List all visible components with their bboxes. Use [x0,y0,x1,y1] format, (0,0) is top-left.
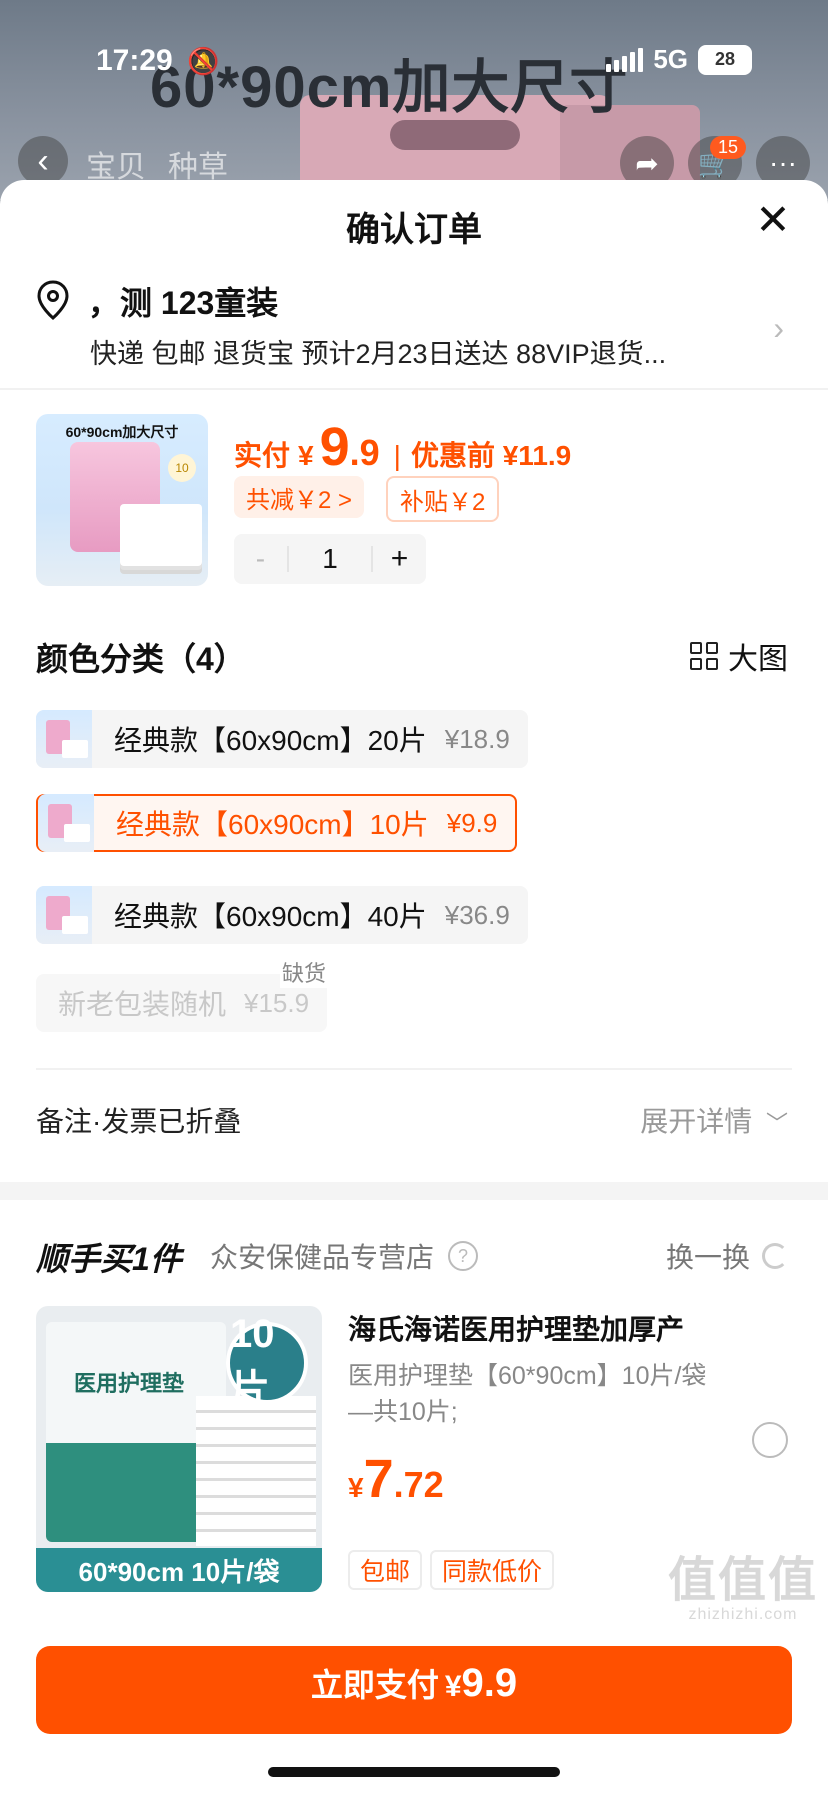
delivery-info[interactable]: 快递 包邮 退货宝 预计2月23日送达 88VIP退货... [90,332,666,371]
price-decimal: .9 [349,432,380,473]
help-icon[interactable]: ? [448,1241,479,1271]
original-price: 优惠前 ¥11.9 [410,440,572,471]
big-picture-toggle[interactable]: 大图 [690,634,788,678]
quantity-stepper: - 1 + [234,534,426,584]
variant-price: ¥15.9 [244,987,310,1018]
variant-option[interactable]: 经典款【60x90cm】40片 ¥36.9 [36,886,528,944]
big-picture-label: 大图 [728,643,788,676]
variant-name: 经典款【60x90cm】20片 [114,725,427,756]
refresh-icon [762,1243,788,1269]
variant-price: ¥18.9 [444,723,510,754]
pay-label: 立即支付 [310,1667,439,1703]
status-right: 5G 28 [606,44,752,75]
free-shipping-tag: 包邮 [348,1550,423,1590]
swap-button[interactable]: 换一换 [666,1236,788,1276]
subsidy-chip: 补贴￥2 [386,476,500,522]
addon-select-radio[interactable] [752,1422,788,1458]
addon-product-name[interactable]: 海氏海诺医用护理垫加厚产 [348,1308,684,1348]
mute-icon: 🔕 [187,46,220,76]
addon-product-spec: 医用护理垫【60*90cm】10片/袋—共10片; [348,1362,707,1426]
divider [0,388,828,390]
addon-image-strip: 60*90cm 10片/袋 [36,1548,322,1592]
variant-thumbnail [36,710,92,768]
network-label: 5G [653,44,688,74]
addon-image-badge: 10片 [226,1312,308,1412]
pay-currency: ¥ [444,1670,462,1703]
price-currency: ¥ [298,440,314,471]
discount-chip[interactable]: 共减￥2 > [234,476,365,518]
back-icon[interactable]: ‹ [18,136,68,186]
close-icon[interactable]: ✕ [748,194,798,244]
addon-store: 众安保健品专营店 ? [210,1236,479,1276]
out-of-stock-label: 缺货 [280,956,329,988]
expand-details-label: 展开详情 [640,1106,753,1137]
addon-product-image[interactable]: 医用护理垫 10片 60*90cm 10片/袋 [36,1306,322,1592]
variant-option[interactable]: 经典款【60x90cm】20片 ¥18.9 [36,710,528,768]
increase-button[interactable]: + [373,534,426,584]
watermark-domain: zhizhizhi.com [688,1606,798,1623]
addon-price: ¥ 7 .72 [348,1448,444,1510]
variant-section-title: 颜色分类（4） [36,641,246,677]
divider [36,1068,792,1070]
low-price-tag: 同款低价 [430,1550,555,1590]
chevron-down-icon: ﹀ [765,1111,788,1136]
location-pin-icon [37,280,69,320]
section-separator [0,1182,828,1200]
background-page: 60*90cm加大尺寸 17:29 🔕 5G 28 ‹ 宝贝 种草 ➦ 🛒 15… [0,0,828,200]
grid-icon [690,642,718,670]
addon-price-currency: ¥ [348,1472,364,1503]
swap-label: 换一换 [665,1242,750,1273]
home-indicator [268,1767,560,1777]
background-banner: 60*90cm加大尺寸 [150,55,629,120]
addon-image-title: 医用护理垫 [74,1371,185,1396]
chevron-right-icon[interactable]: › [773,310,784,347]
expand-details-button[interactable]: 展开详情 ﹀ [640,1100,788,1140]
addon-title: 顺手买1件 [36,1241,182,1277]
variant-option-selected[interactable]: 经典款【60x90cm】10片 ¥9.9 [36,794,518,852]
variant-thumbnail [36,886,92,944]
addon-price-decimal: .72 [393,1464,444,1505]
price-integer: 9 [319,417,350,477]
battery-icon: 28 [698,44,752,75]
price-separator: | [393,440,401,471]
pay-amount: 9.9 [461,1661,518,1705]
product-image[interactable]: 60*90cm加大尺寸 10 [36,414,208,586]
decrease-button[interactable]: - [234,534,287,584]
watermark: 值值值 zhizhizhi.com [668,1540,818,1624]
variant-price: ¥36.9 [444,899,510,930]
remark-invoice-label: 备注·发票已折叠 [36,1106,242,1137]
addon-price-integer: 7 [363,1449,394,1509]
pay-now-button[interactable]: 立即支付 ¥ 9.9 [36,1646,792,1734]
addon-store-name[interactable]: 众安保健品专营店 [210,1236,434,1276]
watermark-logo: 值值值 [667,1554,818,1607]
variant-thumbnail [38,794,94,852]
variant-price: ¥9.9 [446,807,498,838]
variant-name: 经典款【60x90cm】10片 [116,809,429,840]
sheet-title: 确认订单 [346,211,482,249]
address-name[interactable]: ，测 123童装 [88,278,278,324]
signal-icon [606,47,644,72]
price-label: 实付 [234,440,291,471]
variant-name: 新老包装随机 [58,989,227,1020]
quantity-value[interactable]: 1 [286,543,374,574]
variant-name: 经典款【60x90cm】40片 [114,901,427,932]
price-row: 实付 ¥ 9 .9 | 优惠前 ¥11.9 [234,416,571,478]
product-image-caption: 60*90cm加大尺寸 [65,424,179,440]
status-time: 17:29 [96,44,173,77]
cart-count-badge: 15 [710,136,747,159]
